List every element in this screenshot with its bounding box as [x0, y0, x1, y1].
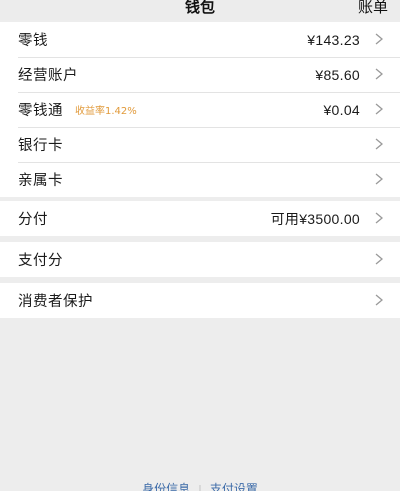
bill-button[interactable]: 账单	[358, 0, 388, 17]
nav-bar: 钱包 账单	[0, 0, 400, 20]
footer-divider: |	[198, 483, 202, 491]
row-label: 经营账户	[18, 68, 78, 84]
row-label: 支付分	[18, 253, 63, 269]
row-label: 银行卡	[18, 138, 63, 154]
row-lingqiantong[interactable]: 零钱通 收益率1.42% ¥0.04	[0, 92, 400, 127]
row-family-card[interactable]: 亲属卡	[0, 162, 400, 197]
row-label: 零钱通	[18, 103, 63, 119]
row-label: 分付	[18, 212, 48, 228]
pay-settings-link[interactable]: 支付设置	[210, 482, 258, 491]
credit-group: 分付 可用¥3500.00	[0, 201, 400, 236]
footer-links: 身份信息 | 支付设置	[0, 480, 400, 491]
chevron-right-icon	[372, 137, 386, 151]
score-group: 支付分	[0, 242, 400, 277]
yield-rate-tag: 收益率1.42%	[75, 106, 137, 117]
row-business-account[interactable]: 经营账户 ¥85.60	[0, 57, 400, 92]
row-label: 消费者保护	[18, 294, 93, 310]
chevron-right-icon	[372, 102, 386, 116]
row-consumer-protection[interactable]: 消费者保护	[0, 283, 400, 318]
row-fenfu[interactable]: 分付 可用¥3500.00	[0, 201, 400, 236]
row-change[interactable]: 零钱 ¥143.23	[0, 22, 400, 57]
identity-info-link[interactable]: 身份信息	[142, 482, 190, 491]
row-label: 零钱	[18, 33, 48, 49]
balance-group: 零钱 ¥143.23 经营账户 ¥85.60 零钱通 收益率1.42% ¥0.0…	[0, 22, 400, 197]
chevron-right-icon	[372, 32, 386, 46]
row-bank-card[interactable]: 银行卡	[0, 127, 400, 162]
row-value: ¥85.60	[315, 66, 360, 83]
row-value: ¥143.23	[307, 31, 360, 48]
row-value: 可用¥3500.00	[270, 210, 360, 227]
protection-group: 消费者保护	[0, 283, 400, 318]
row-label: 亲属卡	[18, 173, 63, 189]
page-title: 钱包	[184, 0, 215, 16]
chevron-right-icon	[372, 211, 386, 225]
chevron-right-icon	[372, 252, 386, 266]
chevron-right-icon	[372, 172, 386, 186]
chevron-right-icon	[372, 67, 386, 81]
row-value: ¥0.04	[323, 101, 360, 118]
row-pay-score[interactable]: 支付分	[0, 242, 400, 277]
wallet-page: 钱包 账单 零钱 ¥143.23 经营账户 ¥85.60 零钱通 收益率1.42…	[0, 0, 400, 491]
chevron-right-icon	[372, 293, 386, 307]
